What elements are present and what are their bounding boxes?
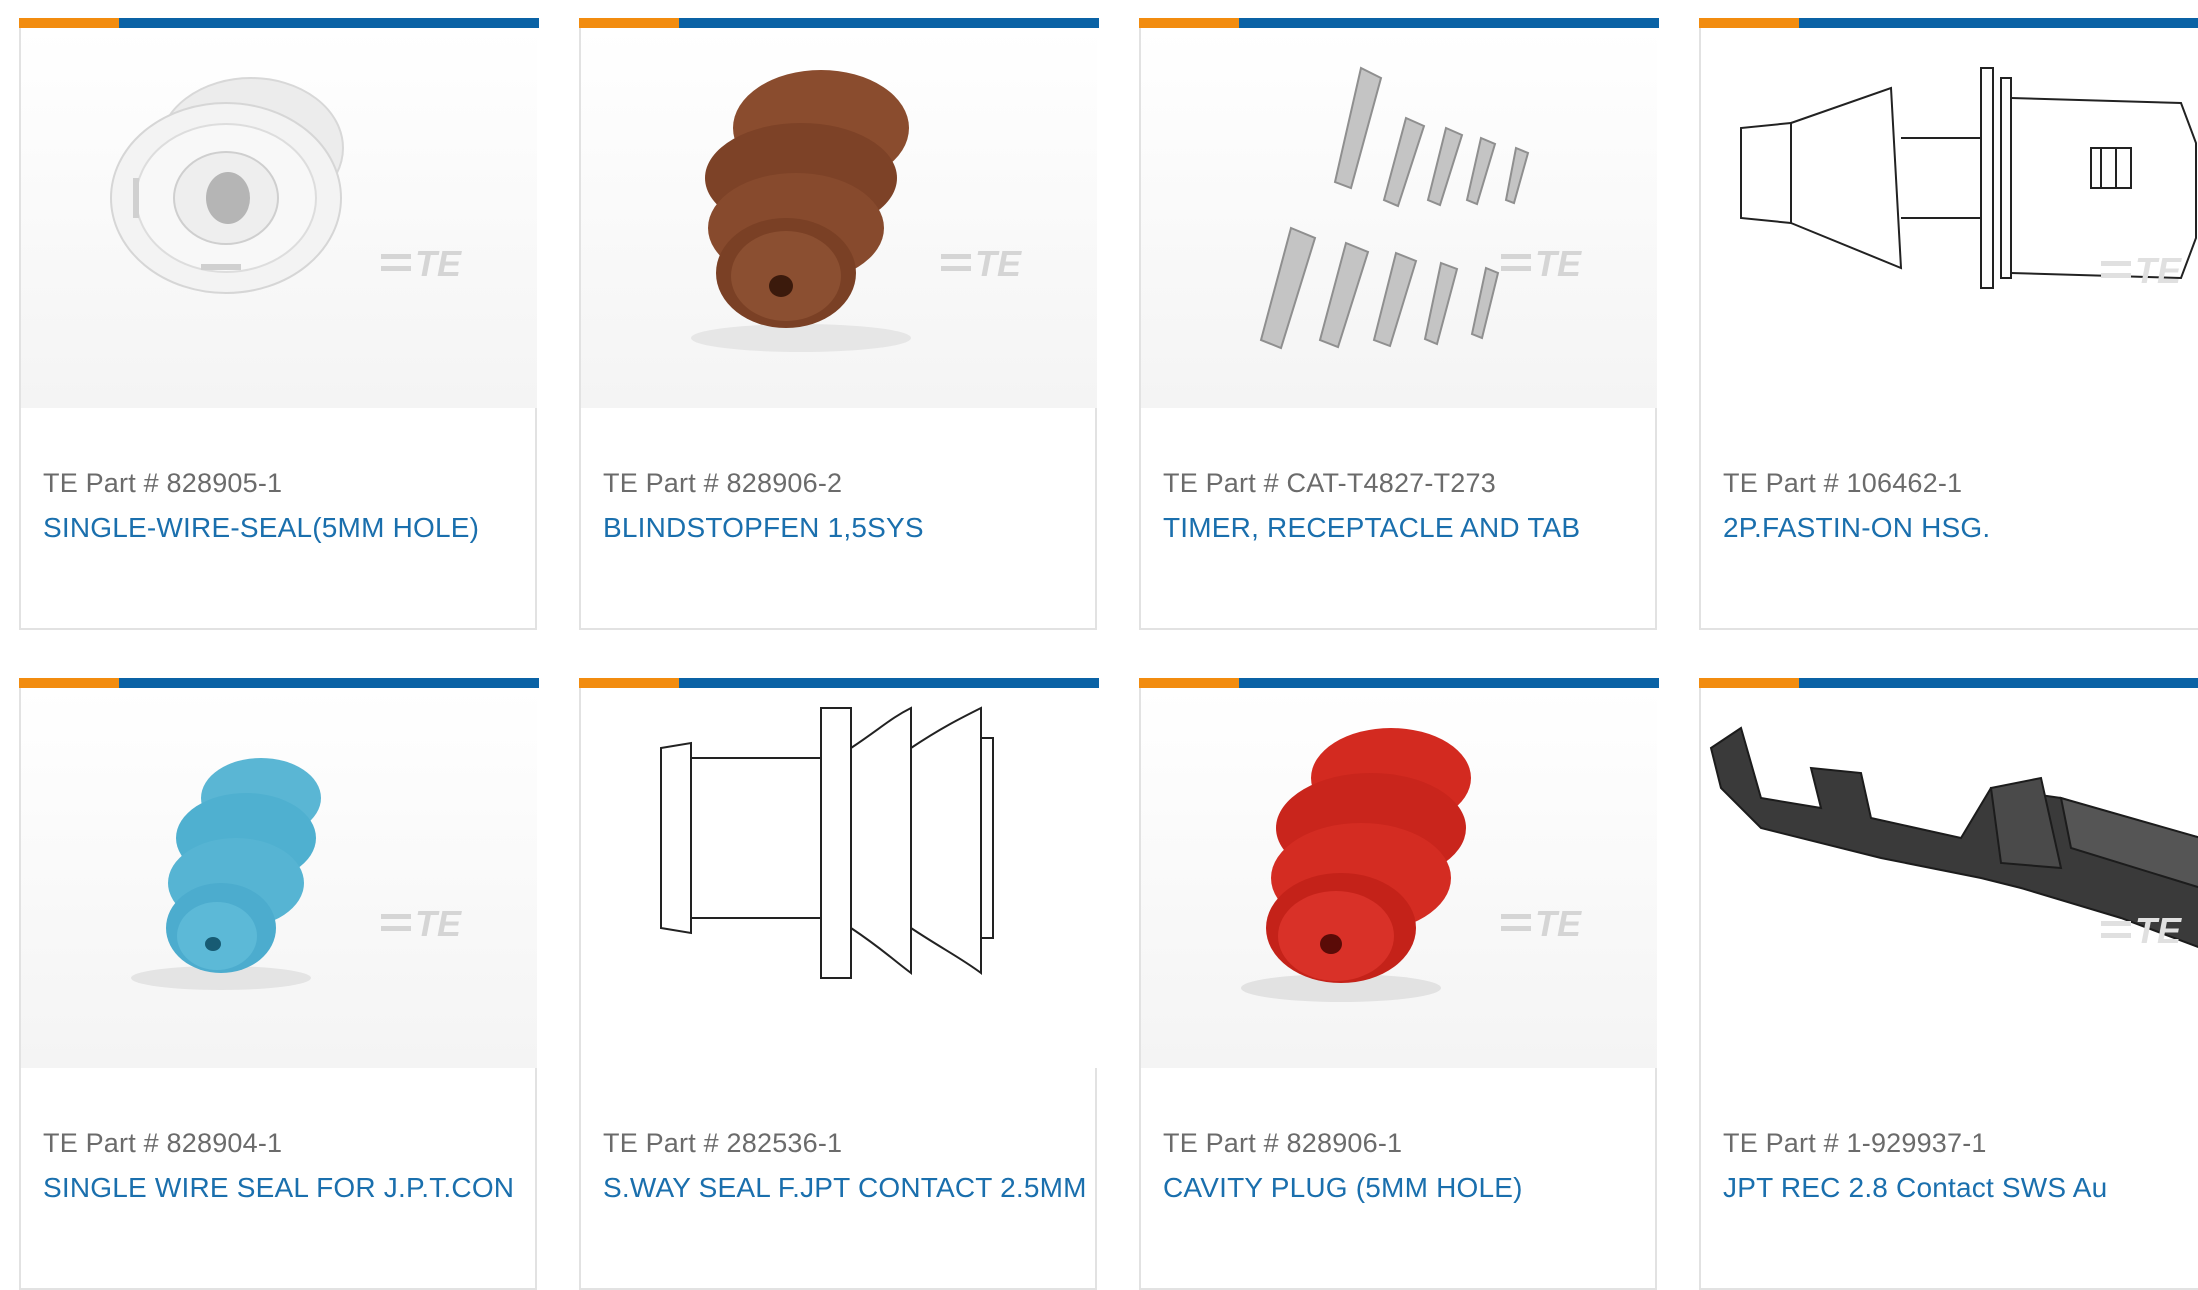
svg-text:TE: TE: [415, 243, 462, 284]
part-number: TE Part # 282536-1: [603, 1128, 843, 1158]
card-accent-bar: [579, 678, 1099, 688]
svg-text:TE: TE: [1535, 243, 1582, 284]
product-card[interactable]: TE TE Part # CAT-T4827-T273 TIMER, RECEP…: [1139, 18, 1659, 630]
product-title-link[interactable]: 2P.FASTIN-ON HSG.: [1723, 512, 1990, 544]
product-card[interactable]: TE Part # 282536-1 S.WAY SEAL F.JPT CONT…: [579, 678, 1099, 1290]
te-logo: TE: [1501, 243, 1582, 284]
te-logo: TE: [381, 243, 462, 284]
housing-drawing-icon[interactable]: TE: [1701, 28, 2198, 408]
white-seal-icon[interactable]: TE: [21, 28, 537, 408]
product-title-link[interactable]: S.WAY SEAL F.JPT CONTACT 2.5MM: [603, 1172, 1087, 1204]
svg-text:TE: TE: [2135, 250, 2182, 291]
product-card[interactable]: TE TE Part # 1-929937-1 JPT REC 2.8 Cont…: [1699, 678, 2198, 1290]
product-card[interactable]: TE TE Part # 828906-1 CAVITY PLUG (5MM H…: [1139, 678, 1659, 1290]
card-accent-bar: [1139, 18, 1659, 28]
svg-text:TE: TE: [1535, 903, 1582, 944]
part-number: TE Part # 828905-1: [43, 468, 283, 498]
product-title-link[interactable]: SINGLE-WIRE-SEAL(5MM HOLE): [43, 512, 479, 544]
card-accent-bar: [1699, 678, 2198, 688]
part-number: TE Part # 1-929937-1: [1723, 1128, 1987, 1158]
part-number: TE Part # 106462-1: [1723, 468, 1963, 498]
part-number: TE Part # 828906-2: [603, 468, 843, 498]
product-title-link[interactable]: SINGLE WIRE SEAL FOR J.P.T.CON: [43, 1172, 514, 1204]
card-accent-bar: [1139, 678, 1659, 688]
product-title-link[interactable]: TIMER, RECEPTACLE AND TAB: [1163, 512, 1580, 544]
product-title-link[interactable]: BLINDSTOPFEN 1,5SYS: [603, 512, 924, 544]
product-card[interactable]: TE TE Part # 828904-1 SINGLE WIRE SEAL F…: [19, 678, 539, 1290]
product-card[interactable]: TE TE Part # 828905-1 SINGLE-WIRE-SEAL(5…: [19, 18, 539, 630]
part-number: TE Part # CAT-T4827-T273: [1163, 468, 1496, 498]
svg-text:TE: TE: [2135, 910, 2182, 951]
product-card[interactable]: TE TE Part # 106462-1 2P.FASTIN-ON HSG.: [1699, 18, 2198, 630]
te-logo: TE: [2101, 250, 2182, 291]
product-grid: TE TE Part # 828905-1 SINGLE-WIRE-SEAL(5…: [0, 0, 2198, 1290]
te-logo: TE: [381, 903, 462, 944]
terminal-set-icon[interactable]: TE: [1141, 28, 1657, 408]
red-plug-icon[interactable]: TE: [1141, 688, 1657, 1068]
svg-text:TE: TE: [415, 903, 462, 944]
part-number: TE Part # 828904-1: [43, 1128, 283, 1158]
te-logo: TE: [1501, 903, 1582, 944]
svg-text:TE: TE: [975, 243, 1022, 284]
blue-seal-icon[interactable]: TE: [21, 688, 537, 1068]
part-number: TE Part # 828906-1: [1163, 1128, 1403, 1158]
product-title-link[interactable]: JPT REC 2.8 Contact SWS Au: [1723, 1172, 2107, 1204]
product-title-link[interactable]: CAVITY PLUG (5MM HOLE): [1163, 1172, 1523, 1204]
product-card[interactable]: TE TE Part # 828906-2 BLINDSTOPFEN 1,5SY…: [579, 18, 1099, 630]
card-accent-bar: [19, 18, 539, 28]
brown-plug-icon[interactable]: TE: [581, 28, 1097, 408]
card-accent-bar: [579, 18, 1099, 28]
card-accent-bar: [19, 678, 539, 688]
contact-icon[interactable]: TE: [1701, 688, 2198, 1068]
card-accent-bar: [1699, 18, 2198, 28]
te-logo: TE: [941, 243, 1022, 284]
seal-drawing-icon[interactable]: [581, 688, 1097, 1068]
